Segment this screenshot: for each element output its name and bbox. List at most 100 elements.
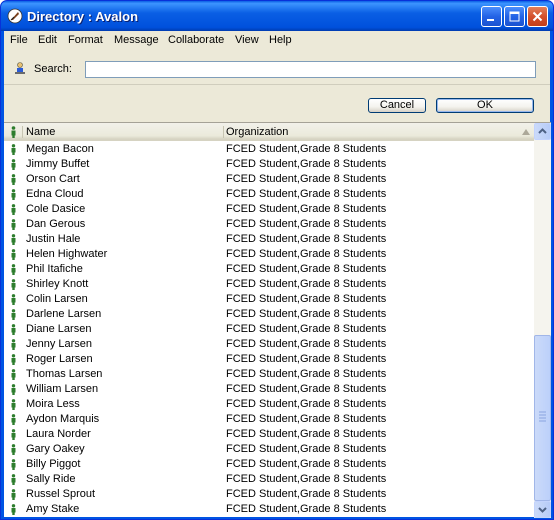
- person-icon: [11, 144, 16, 155]
- chevron-up-icon: [538, 128, 547, 134]
- close-icon: [532, 11, 543, 22]
- scroll-down-button[interactable]: [534, 501, 551, 518]
- menu-message[interactable]: Message: [114, 34, 159, 46]
- cancel-button[interactable]: Cancel: [368, 98, 426, 113]
- contact-organization: FCED Student,Grade 8 Students: [226, 188, 387, 200]
- list-item[interactable]: Diane Larsen FCED Student,Grade 8 Student…: [4, 322, 534, 337]
- search-person-icon: [15, 62, 25, 74]
- header-separator: [22, 126, 23, 138]
- menu-collaborate[interactable]: Collaborate: [168, 34, 224, 46]
- list-item[interactable]: Amy Stake FCED Student,Grade 8 Students: [4, 502, 534, 517]
- contact-organization: FCED Student,Grade 8 Students: [226, 383, 387, 395]
- list-item[interactable]: Justin Hale FCED Student,Grade 8 Students: [4, 232, 534, 247]
- contact-organization: FCED Student,Grade 8 Students: [226, 353, 387, 365]
- list-item[interactable]: Phil Itafiche FCED Student,Grade 8 Studen…: [4, 262, 534, 277]
- search-input[interactable]: [85, 61, 536, 78]
- list-item[interactable]: Helen Highwater FCED Student,Grade 8 Stud…: [4, 247, 534, 262]
- contact-organization: FCED Student,Grade 8 Students: [226, 143, 387, 155]
- menu-format[interactable]: Format: [68, 34, 103, 46]
- contact-name: Shirley Knott: [26, 278, 89, 290]
- contact-name: Gary Oakey: [26, 443, 85, 455]
- person-icon: [11, 249, 16, 260]
- list-item[interactable]: Dan Gerous FCED Student,Grade 8 Students: [4, 217, 534, 232]
- list-item[interactable]: Russel Sprout FCED Student,Grade 8 Studen…: [4, 487, 534, 502]
- list-rows: Megan Bacon FCED Student,Grade 8 Students…: [4, 142, 534, 518]
- list-item[interactable]: Billy Piggot FCED Student,Grade 8 Student…: [4, 457, 534, 472]
- contact-name: Laura Norder: [26, 428, 91, 440]
- list-item[interactable]: Darlene Larsen FCED Student,Grade 8 Stude…: [4, 307, 534, 322]
- header-separator[interactable]: [223, 126, 224, 138]
- menu-edit[interactable]: Edit: [38, 34, 57, 46]
- list-item[interactable]: Orson Cart FCED Student,Grade 8 Students: [4, 172, 534, 187]
- ok-button[interactable]: OK: [436, 98, 534, 113]
- person-icon: [11, 234, 16, 245]
- title-bar[interactable]: Directory : Avalon: [1, 1, 553, 31]
- person-icon: [11, 384, 16, 395]
- list-item[interactable]: Moira Less FCED Student,Grade 8 Students: [4, 397, 534, 412]
- contact-name: Aydon Marquis: [26, 413, 100, 425]
- list-item[interactable]: Aydon Marquis FCED Student,Grade 8 Studen…: [4, 412, 534, 427]
- contact-name: Orson Cart: [26, 173, 80, 185]
- contact-name: Phil Itafiche: [26, 263, 83, 275]
- contact-organization: FCED Student,Grade 8 Students: [226, 368, 387, 380]
- contact-organization: FCED Student,Grade 8 Students: [226, 338, 387, 350]
- contact-organization: FCED Student,Grade 8 Students: [226, 323, 387, 335]
- list-item[interactable]: Jenny Larsen FCED Student,Grade 8 Student…: [4, 337, 534, 352]
- list-item[interactable]: Sally Ride FCED Student,Grade 8 Students: [4, 472, 534, 487]
- maximize-button[interactable]: [504, 6, 525, 27]
- contact-organization: FCED Student,Grade 8 Students: [226, 473, 387, 485]
- contact-name: Amy Stake: [26, 503, 80, 515]
- directory-window: Directory : Avalon File Edit Format Mess…: [0, 0, 554, 520]
- contact-organization: FCED Student,Grade 8 Students: [226, 443, 387, 455]
- contact-name: Dan Gerous: [26, 218, 86, 230]
- list-item[interactable]: Laura Norder FCED Student,Grade 8 Student…: [4, 427, 534, 442]
- person-icon: [11, 429, 16, 440]
- list-item[interactable]: Gary Oakey FCED Student,Grade 8 Students: [4, 442, 534, 457]
- minimize-button[interactable]: [481, 6, 502, 27]
- contact-organization: FCED Student,Grade 8 Students: [226, 308, 387, 320]
- person-icon: [11, 369, 16, 380]
- list-item[interactable]: Cole Dasice FCED Student,Grade 8 Students: [4, 202, 534, 217]
- list-item[interactable]: Megan Bacon FCED Student,Grade 8 Students: [4, 142, 534, 157]
- grip-icon: [539, 411, 546, 422]
- list-item[interactable]: William Larsen FCED Student,Grade 8 Stude…: [4, 382, 534, 397]
- vertical-scrollbar[interactable]: [534, 123, 551, 518]
- menu-help[interactable]: Help: [269, 34, 292, 46]
- list-item[interactable]: Shirley Knott FCED Student,Grade 8 Studen…: [4, 277, 534, 292]
- scroll-up-button[interactable]: [534, 123, 551, 140]
- contact-name: Sally Ride: [26, 473, 76, 485]
- contact-name: Moira Less: [26, 398, 80, 410]
- contact-name: Jimmy Buffet: [26, 158, 90, 170]
- person-icon: [11, 414, 16, 425]
- contact-organization: FCED Student,Grade 8 Students: [226, 398, 387, 410]
- contact-name: Justin Hale: [26, 233, 81, 245]
- list-item[interactable]: Edna Cloud FCED Student,Grade 8 Students: [4, 187, 534, 202]
- column-header-organization[interactable]: Organization: [226, 126, 288, 138]
- person-icon: [11, 204, 16, 215]
- contact-organization: FCED Student,Grade 8 Students: [226, 458, 387, 470]
- person-icon: [11, 189, 16, 200]
- chevron-down-icon: [538, 507, 547, 513]
- contact-organization: FCED Student,Grade 8 Students: [226, 428, 387, 440]
- contact-organization: FCED Student,Grade 8 Students: [226, 488, 387, 500]
- person-icon: [11, 279, 16, 290]
- contact-organization: FCED Student,Grade 8 Students: [226, 293, 387, 305]
- list-item[interactable]: Roger Larsen FCED Student,Grade 8 Student…: [4, 352, 534, 367]
- menu-view[interactable]: View: [235, 34, 259, 46]
- menu-file[interactable]: File: [10, 34, 28, 46]
- contact-organization: FCED Student,Grade 8 Students: [226, 173, 387, 185]
- column-header-name[interactable]: Name: [26, 126, 55, 138]
- directory-list: Name Organization Megan Bacon FCED Studen…: [4, 122, 551, 518]
- search-label: Search:: [34, 63, 72, 75]
- close-button[interactable]: [527, 6, 548, 27]
- person-icon: [11, 159, 16, 170]
- scroll-thumb[interactable]: [534, 335, 551, 501]
- maximize-icon: [509, 11, 520, 22]
- list-item[interactable]: Colin Larsen FCED Student,Grade 8 Student…: [4, 292, 534, 307]
- list-item[interactable]: Jimmy Buffet FCED Student,Grade 8 Student…: [4, 157, 534, 172]
- contact-organization: FCED Student,Grade 8 Students: [226, 278, 387, 290]
- person-icon: [11, 294, 16, 305]
- avalon-feather-icon: [7, 8, 23, 24]
- list-item[interactable]: Thomas Larsen FCED Student,Grade 8 Studen…: [4, 367, 534, 382]
- person-icon: [11, 219, 16, 230]
